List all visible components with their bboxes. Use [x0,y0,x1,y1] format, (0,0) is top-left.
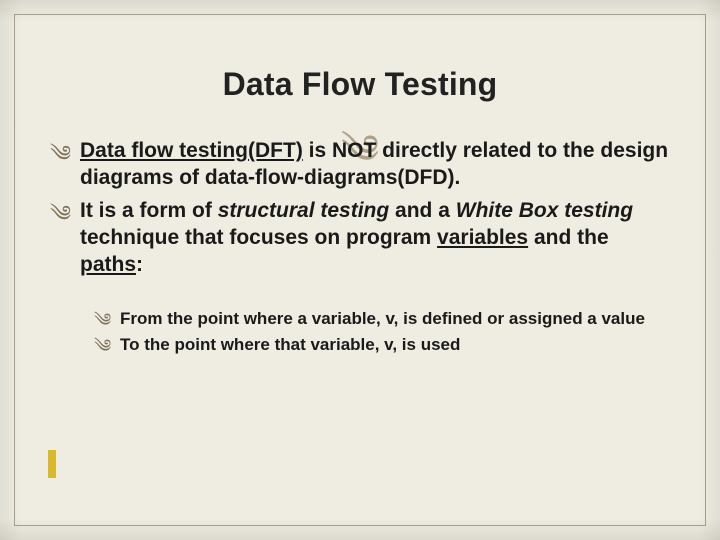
list-item-text: To the point where that variable, v, is … [120,335,460,354]
list-item: ༄ From the point where a variable, v, is… [94,308,670,330]
slide-body: ༄ Data flow testing(DFT) is NOT directly… [50,138,670,361]
bullet-icon: ༄ [94,309,111,332]
bullet-icon: ༄ [50,200,71,228]
bullet-icon: ༄ [50,140,71,168]
bullet-icon: ༄ [94,335,111,358]
slide-title: Data Flow Testing [0,66,720,103]
secondary-list: ༄ From the point where a variable, v, is… [94,308,670,356]
text-segment: White Box testing [456,199,633,222]
list-item-text: Data flow testing(DFT) is NOT directly r… [80,139,668,189]
text-segment: Data flow testing(DFT) [80,139,303,162]
list-item: ༄ To the point where that variable, v, i… [94,334,670,356]
text-segment: and a [389,199,456,222]
text-segment: It is a form of [80,199,218,222]
list-item: ༄ It is a form of structural testing and… [50,198,670,279]
text-segment: paths [80,253,136,276]
text-segment: variables [437,226,528,249]
text-segment: technique that focuses on program [80,226,437,249]
accent-box [48,450,56,478]
text-segment: structural testing [218,199,390,222]
text-segment: : [136,253,143,276]
list-item-text: It is a form of structural testing and a… [80,199,633,276]
list-item: ༄ Data flow testing(DFT) is NOT directly… [50,138,670,192]
slide: Data Flow Testing ༄ ༄ Data flow testing(… [0,0,720,540]
text-segment: and the [528,226,609,249]
primary-list: ༄ Data flow testing(DFT) is NOT directly… [50,138,670,278]
list-item-text: From the point where a variable, v, is d… [120,309,645,328]
